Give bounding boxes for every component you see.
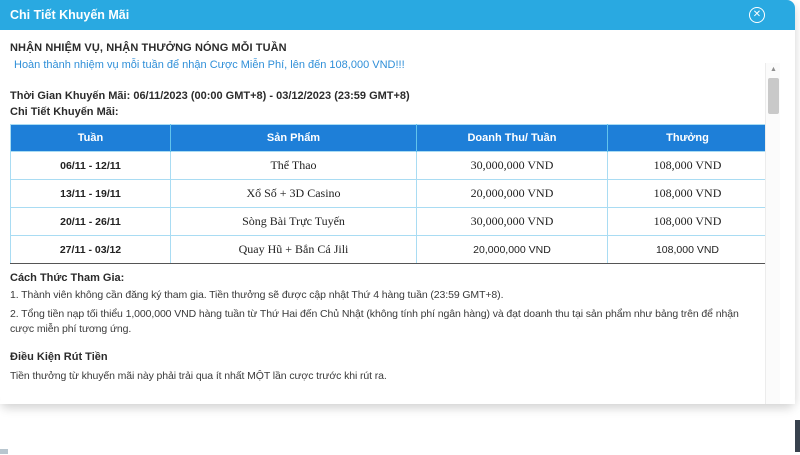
table-row: 06/11 - 12/11Thể Thao30,000,000 VND108,0… [11,152,768,180]
promo-detail-modal: Chi Tiết Khuyến Mãi ✕ NHẬN NHIỆM VỤ, NHẬ… [0,0,795,404]
withdraw-text: Tiền thưởng từ khuyến mãi này phải trải … [10,369,762,384]
scrollbar-thumb[interactable] [768,78,779,114]
close-icon[interactable]: ✕ [749,7,765,23]
modal-title: Chi Tiết Khuyến Mãi [0,8,129,22]
modal-scrollbar[interactable]: ▲ ▼ [765,63,780,404]
how-to-item-2: 2. Tổng tiền nạp tối thiểu 1,000,000 VND… [10,307,762,337]
how-to-title: Cách Thức Tham Gia: [10,272,765,284]
reward-cell: 108,000 VND [608,180,768,208]
product-cell: Xổ Số + 3D Casino [171,180,417,208]
week-cell: 13/11 - 19/11 [11,180,171,208]
how-to-item-1: 1. Thành viên không cần đăng ký tham gia… [10,288,762,303]
modal-body: NHẬN NHIỆM VỤ, NHẬN THƯỞNG NÓNG MỖI TUẦN… [0,30,795,404]
table-header-row: TuầnSản PhẩmDoanh Thu/ TuầnThưởng [11,125,768,152]
table-row: 13/11 - 19/11Xổ Số + 3D Casino20,000,000… [11,180,768,208]
scroll-fade [0,388,795,404]
promo-details-label: Chi Tiết Khuyến Mãi: [10,106,765,118]
table-row: 27/11 - 03/12Quay Hũ + Bắn Cá Jili20,000… [11,236,768,264]
promo-subline: Hoàn thành nhiệm vụ mỗi tuần để nhận Cượ… [10,59,765,71]
week-cell: 20/11 - 26/11 [11,208,171,236]
revenue-cell: 30,000,000 VND [417,208,608,236]
scrollbar-up-icon[interactable]: ▲ [766,63,781,77]
revenue-cell: 20,000,000 VND [417,180,608,208]
revenue-cell: 20,000,000 VND [417,236,608,264]
week-cell: 06/11 - 12/11 [11,152,171,180]
reward-cell: 108,000 VND [608,236,768,264]
page: Chi Tiết Khuyến Mãi ✕ NHẬN NHIỆM VỤ, NHẬ… [0,0,800,455]
product-cell: Sòng Bài Trực Tuyến [171,208,417,236]
modal-header: Chi Tiết Khuyến Mãi ✕ [0,0,795,30]
column-header: Doanh Thu/ Tuần [417,125,608,152]
column-header: Tuần [11,125,171,152]
product-cell: Thể Thao [171,152,417,180]
reward-cell: 108,000 VND [608,208,768,236]
column-header: Thưởng [608,125,768,152]
week-cell: 27/11 - 03/12 [11,236,171,264]
promo-period: Thời Gian Khuyến Mãi: 06/11/2023 (00:00 … [10,90,765,102]
product-cell: Quay Hũ + Bắn Cá Jili [171,236,417,264]
table-row: 20/11 - 26/11Sòng Bài Trực Tuyến30,000,0… [11,208,768,236]
reward-cell: 108,000 VND [608,152,768,180]
promo-headline: NHẬN NHIỆM VỤ, NHẬN THƯỞNG NÓNG MỖI TUẦN [10,42,765,54]
revenue-cell: 30,000,000 VND [417,152,608,180]
page-corner-fragment [0,449,8,454]
withdraw-title: Điều Kiện Rút Tiền [10,351,765,363]
page-scrollbar-fragment[interactable] [795,420,800,452]
column-header: Sản Phẩm [171,125,417,152]
promo-table: TuầnSản PhẩmDoanh Thu/ TuầnThưởng 06/11 … [10,124,768,264]
